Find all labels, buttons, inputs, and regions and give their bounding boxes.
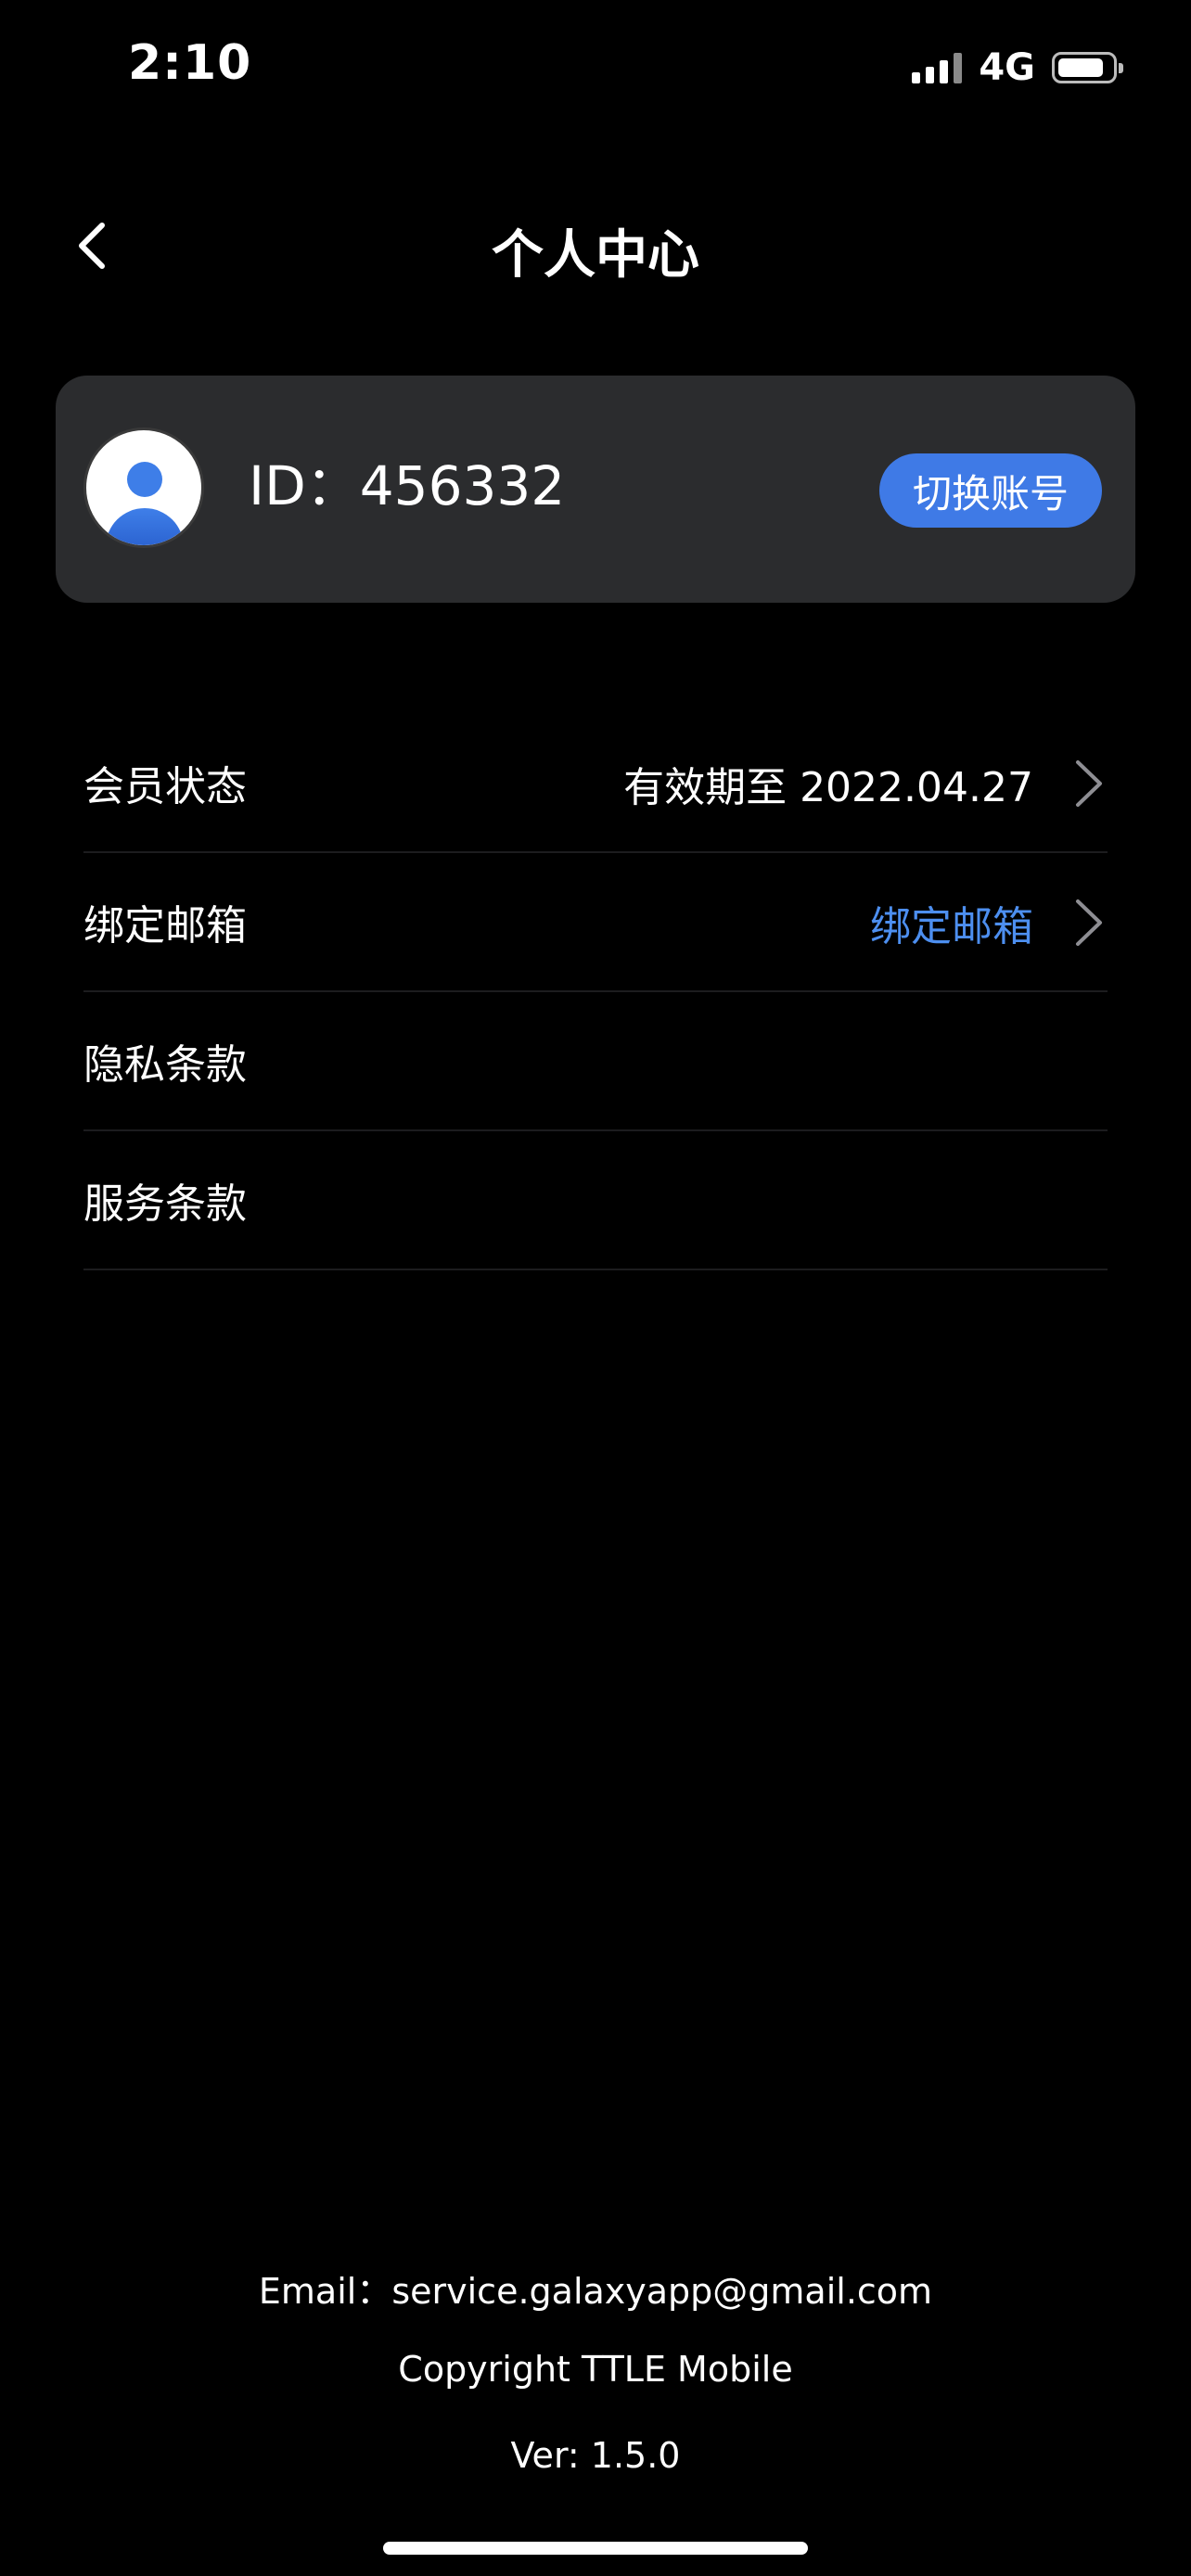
list-item-terms-of-service[interactable]: 服务条款 <box>83 1131 1108 1270</box>
list-item-bind-email[interactable]: 绑定邮箱 绑定邮箱 <box>83 853 1108 992</box>
settings-list: 会员状态 有效期至 2022.04.27 绑定邮箱 绑定邮箱 隐私条款 服务条款 <box>83 714 1108 1270</box>
home-indicator[interactable] <box>383 2542 808 2555</box>
battery-fill <box>1058 58 1103 77</box>
list-item-membership-status[interactable]: 会员状态 有效期至 2022.04.27 <box>83 714 1108 853</box>
chevron-right-icon <box>1076 899 1102 946</box>
list-item-label: 服务条款 <box>83 1180 247 1228</box>
list-item-label: 绑定邮箱 <box>83 902 247 950</box>
membership-expiry: 有效期至 2022.04.27 <box>623 764 1033 811</box>
status-time: 2:10 <box>128 35 252 91</box>
user-id: ID：456332 <box>249 454 566 517</box>
footer-email: Email：service.galaxyapp@gmail.com <box>258 2271 933 2312</box>
bind-email-link[interactable]: 绑定邮箱 <box>870 893 1033 952</box>
avatar[interactable] <box>83 427 204 548</box>
chevron-right-icon <box>1076 760 1102 807</box>
navigation-bar: 个人中心 <box>0 185 1191 306</box>
list-item-label: 隐私条款 <box>83 1041 247 1089</box>
status-indicators: 4G <box>912 46 1123 89</box>
footer-copyright: Copyright TTLE Mobile <box>398 2349 793 2390</box>
status-bar: 2:10 4G <box>0 0 1191 139</box>
user-icon <box>127 462 162 497</box>
network-type: 4G <box>979 46 1035 89</box>
cellular-signal-icon <box>912 52 963 83</box>
profile-card: ID：456332 切换账号 <box>56 376 1135 603</box>
page-title: 个人中心 <box>492 225 699 286</box>
switch-account-button[interactable]: 切换账号 <box>879 453 1102 528</box>
battery-icon <box>1052 52 1123 83</box>
footer-version: Ver: 1.5.0 <box>510 2435 681 2476</box>
list-item-privacy-policy[interactable]: 隐私条款 <box>83 992 1108 1131</box>
list-item-label: 会员状态 <box>83 763 247 810</box>
